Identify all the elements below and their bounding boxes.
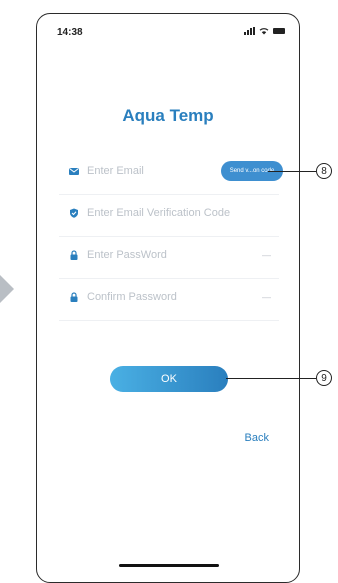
verification-row: Enter Email Verification Code: [59, 194, 279, 237]
email-input[interactable]: Enter Email: [87, 165, 144, 177]
lock-icon: [70, 292, 78, 302]
callout-8: 8: [316, 163, 332, 179]
previous-step-arrow-icon: [0, 275, 14, 303]
confirm-password-input[interactable]: Confirm Password: [87, 291, 177, 303]
app-title: Aqua Temp: [122, 106, 214, 125]
email-row: Enter Email Send v...on code: [59, 152, 283, 195]
status-icons: [244, 27, 285, 35]
status-time: 14:38: [57, 27, 83, 38]
shield-icon: [70, 208, 78, 218]
back-link[interactable]: Back: [245, 432, 269, 444]
password-row: Enter PassWord —: [59, 236, 279, 279]
password-eye-icon[interactable]: —: [262, 250, 271, 260]
verification-code-input[interactable]: Enter Email Verification Code: [87, 207, 230, 219]
confirm-row: Confirm Password —: [59, 278, 279, 321]
phone-frame: 14:38 Aqua Temp Enter Email Send v...on …: [36, 13, 300, 583]
mail-icon: [69, 168, 79, 175]
ok-button[interactable]: OK: [110, 366, 228, 392]
callout-line-9: [226, 378, 316, 379]
confirm-eye-icon[interactable]: —: [262, 292, 271, 302]
lock-icon: [70, 250, 78, 260]
battery-icon: [273, 28, 285, 34]
callout-line-8: [268, 171, 316, 172]
password-input[interactable]: Enter PassWord: [87, 249, 167, 261]
home-indicator: [119, 564, 219, 567]
callout-9: 9: [316, 370, 332, 386]
signal-icon: [244, 27, 255, 35]
wifi-icon: [259, 28, 269, 35]
